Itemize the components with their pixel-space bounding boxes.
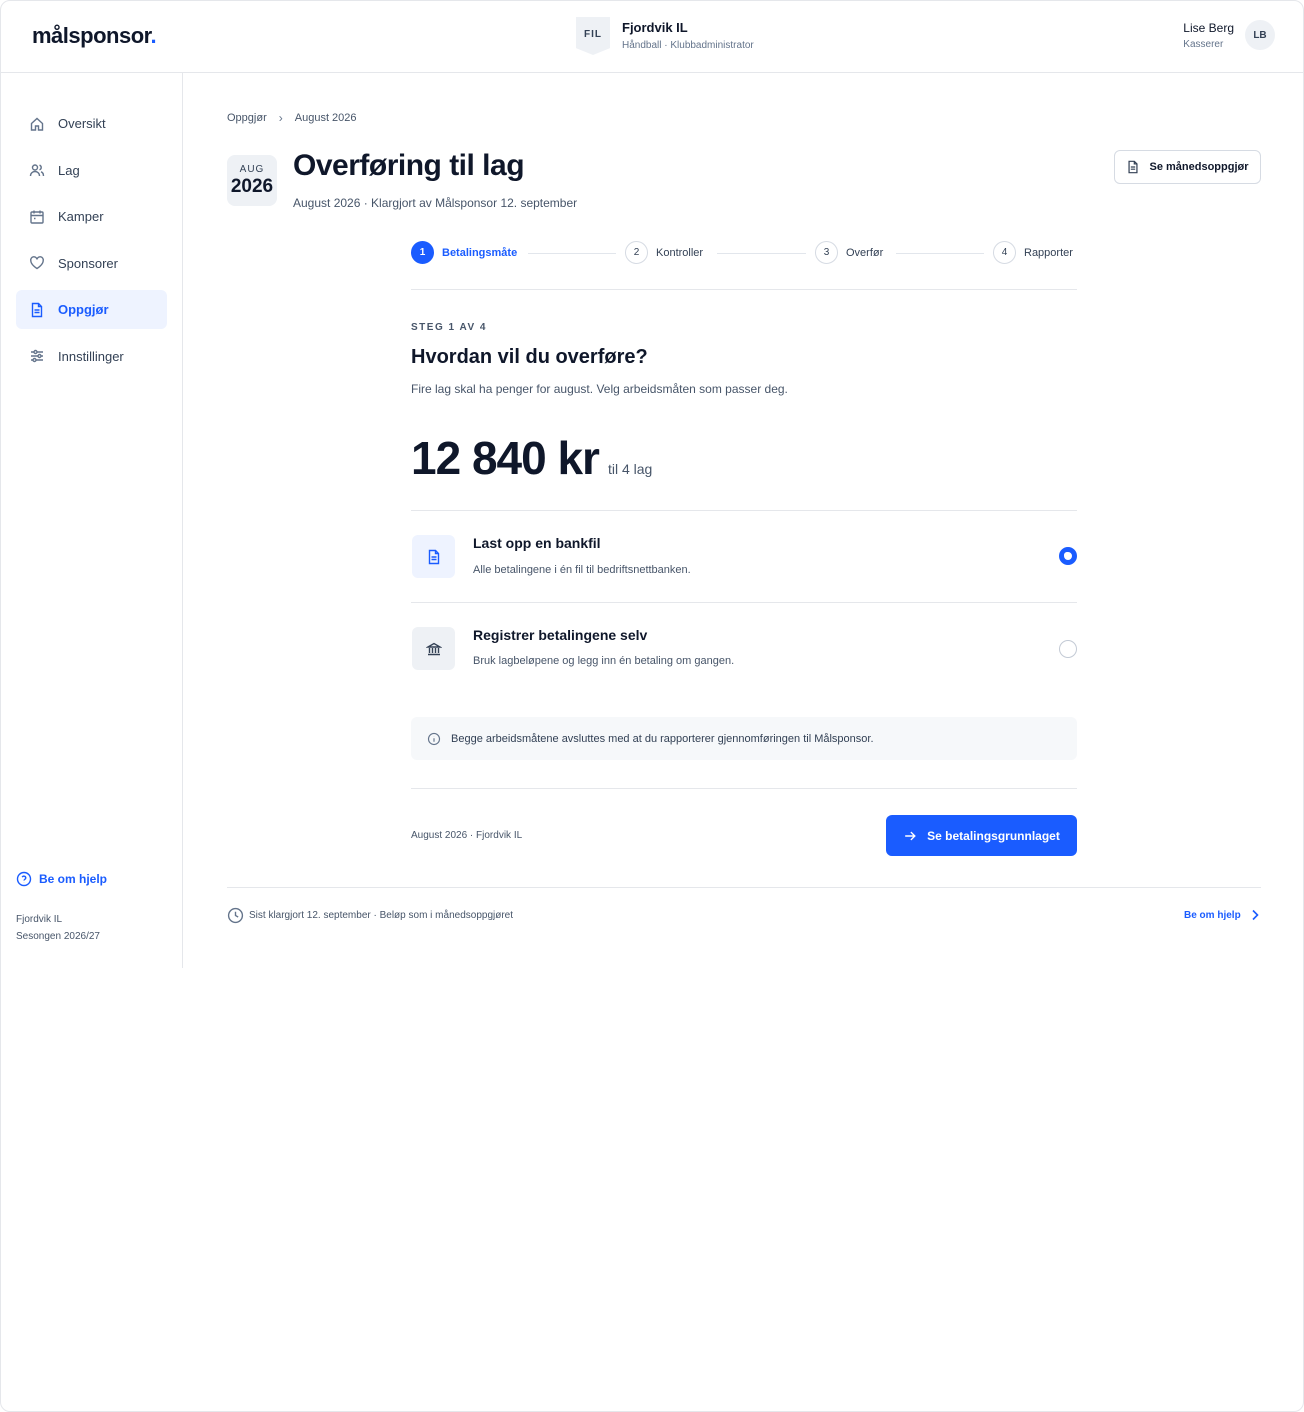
step-number: 1 — [411, 241, 434, 264]
page-title: Overføring til lag — [293, 149, 525, 182]
help-link-label: Be om hjelp — [39, 872, 108, 886]
user-name: Lise Berg — [1183, 20, 1234, 35]
month-settlement-label: Se månedsoppgjør — [1149, 161, 1249, 173]
sidebar: Oversikt Lag Kamper Sponsorer Oppgjør In… — [1, 73, 183, 968]
step-tag: STEG 1 AV 4 — [411, 322, 487, 333]
stepper-connector — [896, 253, 984, 254]
sidebar-item-label: Oppgjør — [58, 302, 109, 317]
date-chip: AUG 2026 — [227, 155, 277, 206]
footer-club: Fjordvik IL — [16, 914, 63, 925]
stepper-connector — [717, 253, 806, 254]
file-icon — [428, 549, 439, 564]
option-title: Registrer betalingene selv — [473, 627, 648, 643]
amount-suffix: til 4 lag — [607, 461, 653, 477]
document-icon — [31, 302, 43, 317]
step-label: Betalingsmåte — [442, 246, 518, 259]
user-menu[interactable]: Lise Berg Kasserer LB — [1183, 20, 1275, 50]
status-text: Sist klargjort 12. september · Beløp som… — [249, 910, 513, 921]
sliders-icon — [31, 349, 43, 363]
divider — [411, 289, 1077, 290]
sidebar-item-lag[interactable]: Lag — [16, 151, 167, 190]
page-footer-status: Sist klargjort 12. september · Beløp som… — [227, 907, 513, 924]
sidebar-item-label: Innstillinger — [58, 348, 124, 364]
footer-season: Sesongen 2026/27 — [16, 931, 100, 942]
step-number: 3 — [815, 241, 838, 264]
chevron-right-icon: › — [278, 111, 283, 125]
club-badge: FIL — [576, 17, 610, 55]
club-subtitle: Håndball · Klubbadministrator — [622, 40, 754, 51]
divider — [411, 788, 1077, 789]
option-manual[interactable]: Registrer betalingene selv Bruk lagbeløp… — [411, 603, 1077, 695]
breadcrumb-current: August 2026 — [294, 112, 357, 124]
calendar-icon — [30, 210, 44, 224]
sidebar-item-kamper[interactable]: Kamper — [16, 197, 167, 236]
divider — [227, 887, 1261, 888]
step-3[interactable]: 3 Overfør — [815, 241, 883, 264]
app-window: målsponsor. FIL Fjordvik IL Håndball · K… — [0, 0, 1304, 1412]
users-icon — [29, 164, 45, 177]
home-icon — [30, 117, 44, 131]
option-title: Last opp en bankfil — [473, 535, 601, 551]
question-subtitle: Fire lag skal ha penger for august. Velg… — [411, 382, 788, 396]
sidebar-footer: Fjordvik IL Sesongen 2026/27 — [16, 911, 100, 945]
sidebar-item-label: Oversikt — [58, 116, 106, 131]
step-4[interactable]: 4 Rapporter — [993, 241, 1073, 264]
footer-help-link[interactable]: Be om hjelp — [1184, 909, 1261, 921]
option-radio[interactable] — [1059, 640, 1077, 658]
document-icon — [1128, 160, 1139, 174]
club-switcher[interactable]: FIL Fjordvik IL Håndball · Klubbadminist… — [576, 17, 754, 55]
help-circle-icon — [16, 871, 32, 887]
sidebar-nav: Oversikt Lag Kamper Sponsorer Oppgjør In… — [16, 104, 167, 383]
step-label: Rapporter — [1024, 246, 1073, 259]
option-description: Alle betalingene i én fil til bedriftsne… — [473, 564, 691, 576]
top-bar: målsponsor. FIL Fjordvik IL Håndball · K… — [1, 1, 1303, 73]
club-name: Fjordvik IL — [622, 20, 688, 35]
page-subtitle: August 2026 · Klargjort av Målsponsor 12… — [293, 196, 578, 210]
bank-icon — [425, 642, 442, 655]
stepper: 1 Betalingsmåte 2 Kontroller 3 Overfør 4… — [411, 241, 1077, 265]
total-amount: 12 840 kr til 4 lag — [411, 431, 652, 485]
date-chip-year: 2026 — [230, 176, 274, 197]
continue-button-label: Se betalingsgrunnlaget — [927, 828, 1060, 843]
step-2[interactable]: 2 Kontroller — [625, 241, 703, 264]
step-label: Kontroller — [656, 246, 704, 259]
sidebar-item-label: Kamper — [58, 209, 104, 224]
footer-help-label: Be om hjelp — [1184, 909, 1241, 921]
clock-icon — [227, 907, 244, 924]
help-link[interactable]: Be om hjelp — [16, 871, 107, 887]
option-radio[interactable] — [1059, 547, 1077, 565]
heart-icon — [30, 256, 44, 270]
breadcrumb-parent[interactable]: Oppgjør — [227, 112, 267, 124]
form-footer: August 2026 · Fjordvik IL — [411, 830, 523, 841]
continue-button[interactable]: Se betalingsgrunnlaget — [886, 815, 1077, 856]
step-number: 4 — [993, 241, 1016, 264]
sidebar-item-label: Lag — [58, 162, 80, 178]
sidebar-item-oversikt[interactable]: Oversikt — [16, 104, 167, 143]
chevron-right-icon — [1252, 909, 1259, 921]
breadcrumb: Oppgjør › August 2026 — [227, 111, 357, 125]
option-bankfile[interactable]: Last opp en bankfil Alle betalingene i é… — [411, 511, 1077, 603]
step-label: Overfør — [846, 246, 884, 259]
stepper-connector — [528, 253, 616, 254]
date-chip-month: AUG — [239, 164, 265, 175]
info-icon — [427, 732, 441, 745]
option-description: Bruk lagbeløpene og legg inn én betaling… — [473, 655, 735, 667]
sidebar-item-label: Sponsorer — [58, 255, 118, 271]
sidebar-item-innstillinger[interactable]: Innstillinger — [16, 337, 167, 376]
arrow-right-icon — [905, 831, 916, 840]
sidebar-item-oppgjor[interactable]: Oppgjør — [16, 290, 167, 329]
user-role: Kasserer — [1183, 38, 1224, 50]
month-settlement-button[interactable]: Se månedsoppgjør — [1114, 150, 1261, 184]
option-icon-box — [412, 627, 455, 670]
question-title: Hvordan vil du overføre? — [411, 346, 648, 368]
step-1[interactable]: 1 Betalingsmåte — [411, 241, 517, 264]
info-banner: Begge arbeidsmåtene avsluttes med at du … — [411, 717, 1077, 760]
logo[interactable]: målsponsor. — [32, 23, 157, 49]
info-text: Begge arbeidsmåtene avsluttes med at du … — [451, 732, 874, 745]
avatar[interactable]: LB — [1245, 20, 1275, 50]
option-icon-box — [412, 535, 455, 578]
step-number: 2 — [625, 241, 648, 264]
sidebar-item-sponsorer[interactable]: Sponsorer — [16, 244, 167, 283]
amount-value: 12 840 kr — [411, 432, 600, 484]
